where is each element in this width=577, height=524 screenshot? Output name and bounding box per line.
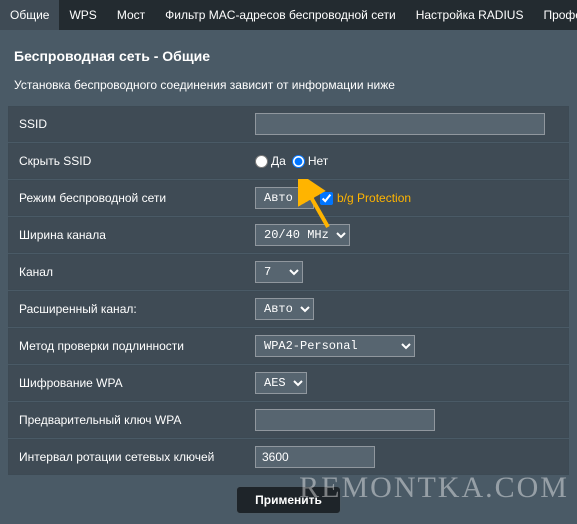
rotation-input[interactable] — [255, 446, 375, 468]
psk-input[interactable] — [255, 409, 435, 431]
mode-select[interactable]: Авто — [255, 187, 314, 209]
hide-ssid-yes-radio[interactable] — [255, 155, 268, 168]
apply-button[interactable]: Применить — [236, 486, 341, 514]
tab-general[interactable]: Общие — [0, 0, 59, 30]
label-mode: Режим беспроводной сети — [9, 181, 249, 215]
hide-ssid-no[interactable]: Нет — [292, 154, 328, 168]
ext-channel-select[interactable]: Авто — [255, 298, 314, 320]
tab-bar: Общие WPS Мост Фильтр MAC-адресов беспро… — [0, 0, 577, 30]
label-ext-channel: Расширенный канал: — [9, 292, 249, 326]
auth-select[interactable]: WPA2-Personal — [255, 335, 415, 357]
label-psk: Предварительный ключ WPA — [9, 403, 249, 437]
row-rotation: Интервал ротации сетевых ключей — [8, 439, 569, 475]
label-bandwidth: Ширина канала — [9, 218, 249, 252]
tab-radius[interactable]: Настройка RADIUS — [406, 0, 534, 30]
row-channel: Канал 7 — [8, 254, 569, 290]
bg-protection-label: b/g Protection — [337, 191, 411, 205]
channel-select[interactable]: 7 — [255, 261, 303, 283]
hide-ssid-yes-label: Да — [271, 154, 286, 168]
button-row: Применить — [8, 476, 569, 524]
hide-ssid-no-radio[interactable] — [292, 155, 305, 168]
page-title: Беспроводная сеть - Общие — [0, 30, 577, 72]
row-ext-channel: Расширенный канал: Авто — [8, 291, 569, 327]
row-bandwidth: Ширина канала 20/40 MHz — [8, 217, 569, 253]
label-rotation: Интервал ротации сетевых ключей — [9, 440, 249, 474]
cipher-select[interactable]: AES — [255, 372, 307, 394]
tab-prof[interactable]: Профе — [533, 0, 577, 30]
label-hide-ssid: Скрыть SSID — [9, 144, 249, 178]
label-cipher: Шифрование WPA — [9, 366, 249, 400]
row-mode: Режим беспроводной сети Авто b/g Protect… — [8, 180, 569, 216]
row-cipher: Шифрование WPA AES — [8, 365, 569, 401]
row-ssid: SSID — [8, 106, 569, 142]
bg-protection[interactable]: b/g Protection — [320, 191, 411, 205]
hide-ssid-no-label: Нет — [308, 154, 328, 168]
tab-mac-filter[interactable]: Фильтр MAC-адресов беспроводной сети — [155, 0, 406, 30]
row-hide-ssid: Скрыть SSID Да Нет — [8, 143, 569, 179]
label-ssid: SSID — [9, 107, 249, 141]
ssid-input[interactable] — [255, 113, 545, 135]
settings-form: SSID Скрыть SSID Да Нет Режим беспроводн… — [0, 106, 577, 524]
bg-protection-checkbox[interactable] — [320, 192, 333, 205]
label-channel: Канал — [9, 255, 249, 289]
tab-wps[interactable]: WPS — [59, 0, 106, 30]
page-subtitle: Установка беспроводного соединения завис… — [0, 72, 577, 106]
row-psk: Предварительный ключ WPA — [8, 402, 569, 438]
bandwidth-select[interactable]: 20/40 MHz — [255, 224, 350, 246]
row-auth: Метод проверки подлинности WPA2-Personal — [8, 328, 569, 364]
tab-bridge[interactable]: Мост — [107, 0, 155, 30]
label-auth: Метод проверки подлинности — [9, 329, 249, 363]
hide-ssid-yes[interactable]: Да — [255, 154, 286, 168]
